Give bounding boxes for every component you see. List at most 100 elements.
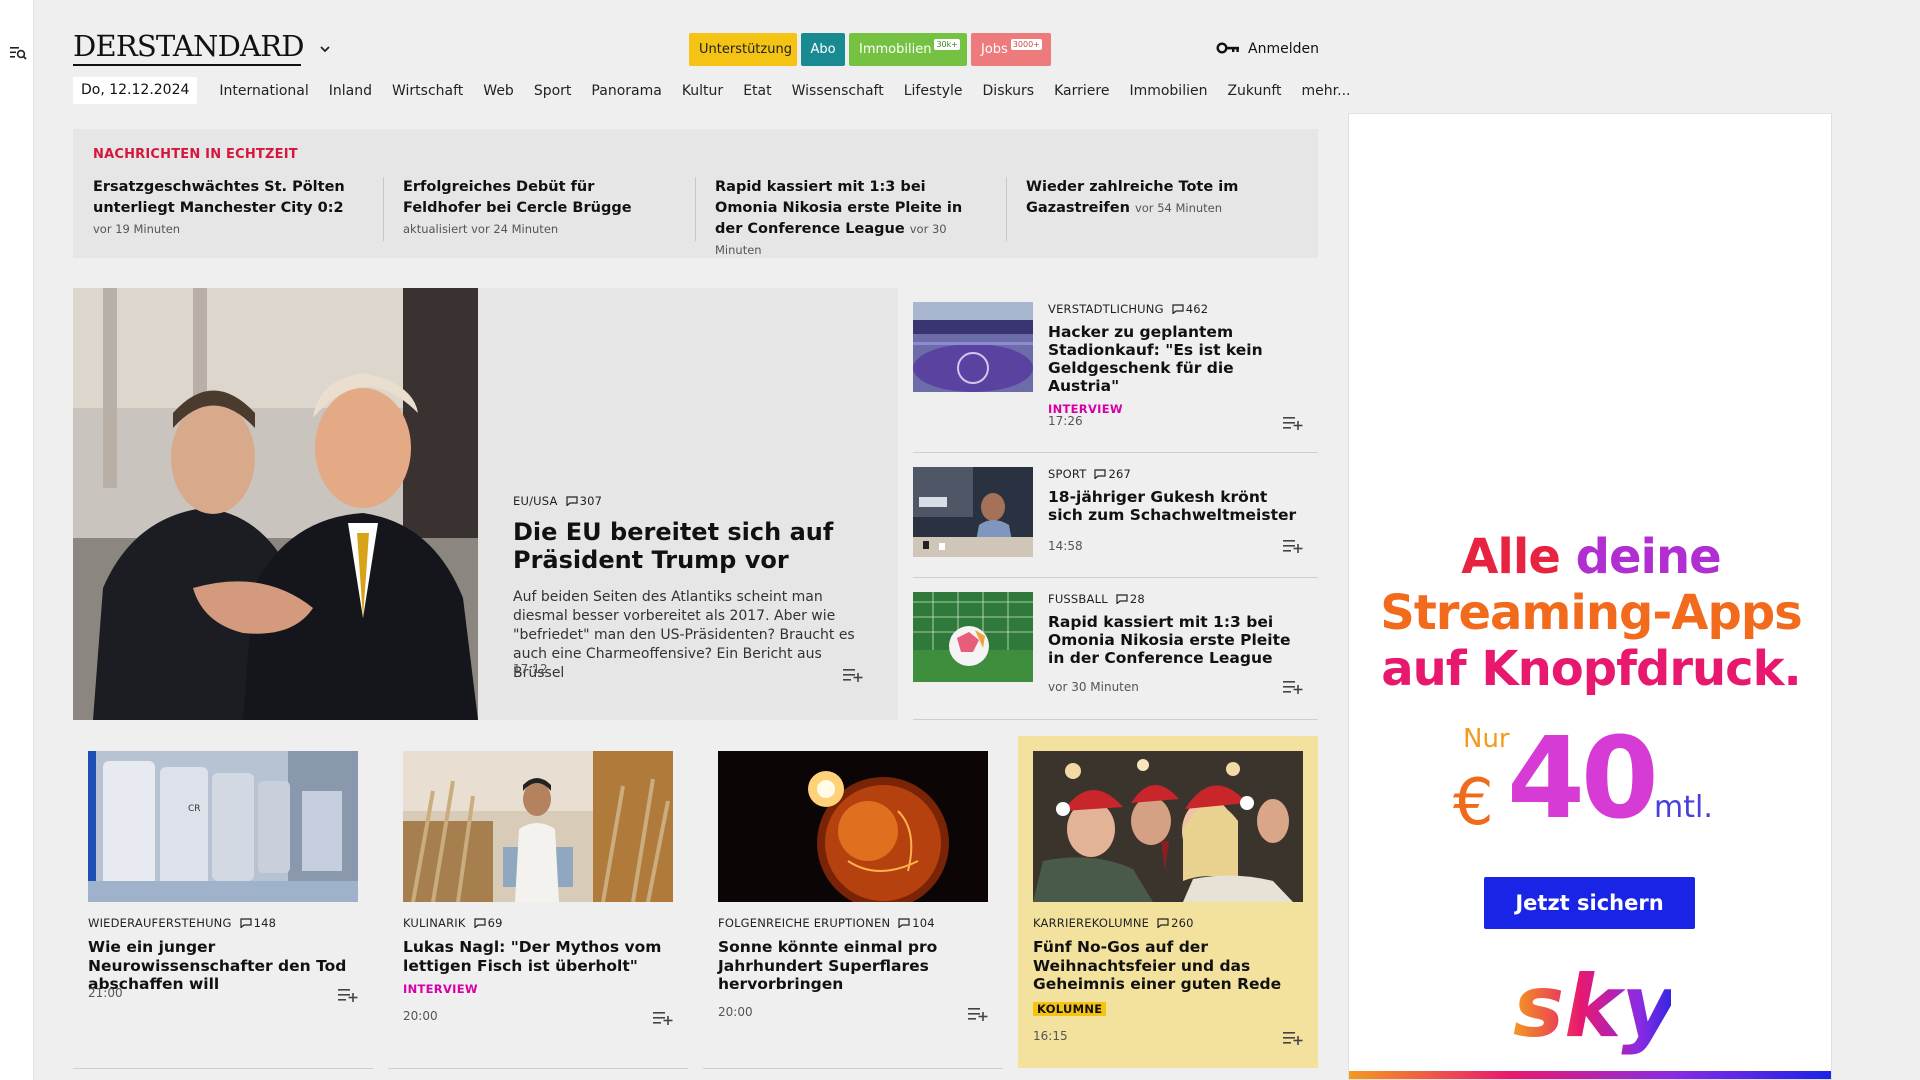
key-icon: [1216, 42, 1239, 54]
hero-headline[interactable]: Die EU bereitet sich auf Präsident Trump…: [513, 518, 873, 574]
jobs-button[interactable]: Jobs 3000+: [971, 33, 1051, 66]
card-text: KARRIEREKOLUMNE 260 Fünf No-Gos auf der W…: [1033, 916, 1308, 1017]
nav-kultur[interactable]: Kultur: [682, 83, 723, 99]
comment-icon: [474, 918, 486, 928]
divider: [388, 1068, 688, 1069]
chevron-down-icon[interactable]: [318, 42, 332, 56]
live-news-item[interactable]: Erfolgreiches Debüt für Feldhofer bei Ce…: [403, 177, 675, 240]
nav-etat[interactable]: Etat: [743, 83, 771, 99]
article-photo[interactable]: [718, 751, 988, 902]
side-article[interactable]: SPORT 267 18-jähriger Gukesh krönt sich z…: [913, 453, 1318, 578]
card-headline[interactable]: Fünf No-Gos auf der Weihnachts­feier und…: [1033, 938, 1308, 994]
nav-panorama[interactable]: Panorama: [591, 83, 661, 99]
nav-diskurs[interactable]: Diskurs: [983, 83, 1035, 99]
nav-sport[interactable]: Sport: [534, 83, 572, 99]
nav-more[interactable]: mehr...: [1302, 83, 1351, 99]
article-photo[interactable]: [403, 751, 673, 902]
live-news-item[interactable]: Wieder zahlreiche Tote im Gazastrei­fen …: [1026, 177, 1298, 219]
article-photo[interactable]: [1033, 751, 1303, 902]
support-button[interactable]: Unterstützung: [689, 33, 797, 66]
card-headline[interactable]: Lukas Nagl: "Der Mythos vom lettigen Fis…: [403, 938, 678, 975]
ad-price: Nur € 40 mtl.: [1453, 714, 1743, 844]
site-logo[interactable]: DERSTANDARD: [73, 28, 304, 64]
menu-search-icon[interactable]: [9, 44, 27, 62]
teaser-card-highlight[interactable]: KARRIEREKOLUMNE 260 Fünf No-Gos auf der W…: [1018, 736, 1318, 1068]
comment-icon: [898, 918, 910, 928]
divider: [703, 1068, 1003, 1069]
nav-zukunft[interactable]: Zukunft: [1227, 83, 1281, 99]
side-headline[interactable]: Rapid kassiert mit 1:3 bei Omonia Nikosi…: [1048, 613, 1298, 667]
login-button[interactable]: Anmelden: [1216, 38, 1319, 60]
nav-wissenschaft[interactable]: Wissenschaft: [792, 83, 884, 99]
side-headline[interactable]: Hacker zu geplantem Stadionkauf: "Es ist…: [1048, 323, 1298, 395]
add-to-list-icon[interactable]: [1283, 680, 1303, 694]
live-news-text: Ersatzgeschwächtes St. Pölten unter­lieg…: [93, 179, 345, 216]
nav-karriere[interactable]: Karriere: [1054, 83, 1109, 99]
side-kicker: VERSTADTLICHUNG 462: [1048, 302, 1298, 316]
ad-cta-button[interactable]: Jetzt sichern: [1484, 877, 1695, 929]
immobilien-label: Immobilien: [859, 42, 932, 57]
ad-word: deine: [1575, 529, 1722, 585]
logo-underline: [73, 64, 301, 66]
kicker-label: SPORT: [1048, 467, 1087, 481]
add-to-list-icon[interactable]: [338, 988, 358, 1002]
hero-time: 17:12: [513, 662, 548, 676]
nav-lifestyle[interactable]: Lifestyle: [904, 83, 963, 99]
hero-photo[interactable]: [73, 288, 478, 720]
add-to-list-icon[interactable]: [1283, 539, 1303, 553]
teaser-card[interactable]: KULINARIK 69 Lukas Nagl: "Der Mythos vom …: [388, 736, 688, 1068]
nav-web[interactable]: Web: [483, 83, 514, 99]
ad-currency: €: [1453, 766, 1494, 840]
card-text: KULINARIK 69 Lukas Nagl: "Der Mythos vom …: [403, 916, 678, 996]
card-headline[interactable]: Wie ein junger Neurowissenschaf­ter den …: [88, 938, 363, 994]
ad-headline-line1: Alle deine: [1349, 529, 1831, 585]
article-photo[interactable]: [913, 302, 1033, 392]
nav-international[interactable]: International: [219, 83, 308, 99]
comment-count[interactable]: 267: [1108, 467, 1131, 481]
side-article[interactable]: FUSSBALL 28 Rapid kassiert mit 1:3 bei Om…: [913, 578, 1318, 720]
article-photo[interactable]: [913, 467, 1033, 557]
side-article[interactable]: VERSTADTLICHUNG 462 Hacker zu geplantem S…: [913, 288, 1318, 453]
immobilien-button[interactable]: Immobilien 30k+: [849, 33, 967, 66]
side-kicker: FUSSBALL 28: [1048, 592, 1298, 606]
side-headline[interactable]: 18-jähriger Gukesh krönt sich zum Schach…: [1048, 488, 1298, 524]
add-to-list-icon[interactable]: [843, 668, 863, 682]
comment-icon: [1157, 918, 1169, 928]
comment-icon: [565, 496, 578, 506]
ad-price-period: mtl.: [1654, 790, 1713, 825]
article-photo[interactable]: CR: [88, 751, 358, 902]
ad-headline-line2: Streaming-Apps: [1380, 585, 1803, 641]
kicker-label: FOLGENREICHE ERUPTIONEN: [718, 916, 891, 930]
nav-immobilien[interactable]: Immobilien: [1129, 83, 1207, 99]
sky-logo[interactable]: sky: [1511, 954, 1671, 1064]
live-news-time: aktualisiert vor 24 Minuten: [403, 222, 559, 236]
article-photo[interactable]: [913, 592, 1033, 682]
comment-count[interactable]: 148: [254, 916, 277, 930]
add-to-list-icon[interactable]: [1283, 416, 1303, 430]
comment-count[interactable]: 462: [1186, 302, 1209, 316]
ad-price-value: 40: [1507, 714, 1659, 844]
advertisement-banner[interactable]: Alle deine Streaming-Apps auf Knopfdruck…: [1348, 113, 1832, 1080]
teaser-card[interactable]: CR WIEDERAUFERSTEHUNG 148 Wie ein junger …: [73, 736, 373, 1068]
teaser-card[interactable]: FOLGENREICHE ERUPTIONEN 104 Sonne könnte …: [703, 736, 1003, 1068]
add-to-list-icon[interactable]: [968, 1007, 988, 1021]
comment-count[interactable]: 104: [912, 916, 935, 930]
abo-button[interactable]: Abo: [801, 33, 845, 66]
nav-inland[interactable]: Inland: [329, 83, 372, 99]
nav-wirtschaft[interactable]: Wirtschaft: [392, 83, 463, 99]
comment-count[interactable]: 260: [1171, 916, 1194, 930]
support-label: Unterstützung: [699, 42, 792, 57]
live-news-item[interactable]: Ersatzgeschwächtes St. Pölten unter­lieg…: [93, 177, 365, 240]
comment-count[interactable]: 28: [1130, 592, 1145, 606]
interview-tag: INTERVIEW: [403, 982, 478, 996]
hero-article[interactable]: EU/USA 307 Die EU bereitet sich auf Präsi…: [73, 288, 898, 720]
comment-count[interactable]: 307: [580, 494, 603, 508]
add-to-list-icon[interactable]: [653, 1011, 673, 1025]
comment-icon: [240, 918, 252, 928]
live-news-item[interactable]: Rapid kassiert mit 1:3 bei Omonia Ni­kos…: [715, 177, 987, 261]
comment-count[interactable]: 69: [488, 916, 503, 930]
jobs-label: Jobs: [981, 42, 1008, 57]
card-text: FOLGENREICHE ERUPTIONEN 104 Sonne könnte …: [718, 916, 993, 994]
add-to-list-icon[interactable]: [1283, 1031, 1303, 1045]
card-headline[interactable]: Sonne könnte einmal pro Jahrhundert Supe…: [718, 938, 993, 994]
